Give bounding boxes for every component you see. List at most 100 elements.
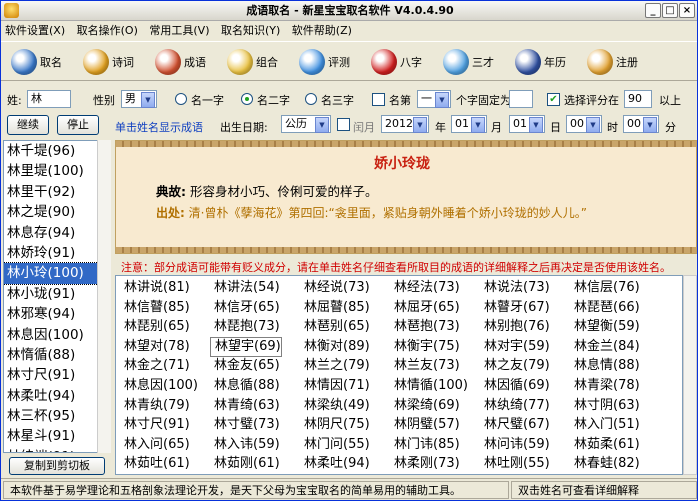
result-name[interactable]: 林望对(78): [120, 337, 190, 357]
maximize-button[interactable]: □: [662, 3, 678, 18]
result-name[interactable]: 林门问(55): [300, 435, 370, 455]
toolbar-bazi-button[interactable]: 八字: [371, 46, 422, 78]
score-filter-checkbox[interactable]: ✔: [547, 93, 560, 106]
chevron-down-icon[interactable]: ▼: [141, 92, 155, 108]
minimize-button[interactable]: _: [645, 3, 661, 18]
result-name[interactable]: 林衡对(89): [300, 337, 370, 357]
name-list-item[interactable]: 林柔吐(94): [4, 386, 110, 406]
result-name[interactable]: 林经说(73): [300, 278, 370, 298]
result-name[interactable]: 林瞽牙(67): [480, 298, 550, 318]
result-name[interactable]: 林茹柔(61): [570, 435, 640, 455]
result-name[interactable]: 林纨绮(77): [480, 396, 550, 416]
result-name[interactable]: 林阴璧(57): [390, 415, 460, 435]
result-name[interactable]: 林信牙(65): [210, 298, 280, 318]
result-name[interactable]: 林梁绮(69): [390, 396, 460, 416]
menu-tools[interactable]: 常用工具(V): [149, 24, 209, 37]
chevron-down-icon[interactable]: ▼: [586, 117, 600, 133]
name-list-item[interactable]: 林三杯(95): [4, 406, 110, 426]
result-name[interactable]: 林兰友(73): [390, 356, 460, 376]
name-list-item[interactable]: 林千堤(96): [4, 141, 110, 161]
name-list-item[interactable]: 林息存(94): [4, 223, 110, 243]
result-name[interactable]: 林之友(79): [480, 356, 550, 376]
result-name[interactable]: 林讲说(81): [120, 278, 190, 298]
name-list-item[interactable]: 林星斗(91): [4, 426, 110, 446]
name-list-item[interactable]: 林息因(100): [4, 325, 110, 345]
result-name[interactable]: 林青纨(79): [120, 396, 190, 416]
toolbar-combine-button[interactable]: 组合: [227, 46, 278, 78]
result-name[interactable]: 林柔吐(94): [300, 454, 370, 474]
gender-select[interactable]: 男 ▼: [121, 90, 157, 108]
result-name[interactable]: 林对宇(59): [480, 337, 550, 357]
menu-settings[interactable]: 软件设置(X): [5, 24, 65, 37]
result-name[interactable]: 林春蛙(82): [570, 454, 640, 474]
result-name[interactable]: 林阴尺(75): [300, 415, 370, 435]
surname-input[interactable]: 林: [27, 90, 71, 108]
name-list-item[interactable]: 林惰循(88): [4, 345, 110, 365]
chevron-down-icon[interactable]: ▼: [471, 117, 485, 133]
result-name[interactable]: 林衡宇(75): [390, 337, 460, 357]
name-list[interactable]: 林千堤(96) 林里堤(100) 林里干(92) 林之堤(90) 林息存(94) 林娇玲(…: [3, 140, 111, 453]
name-list-item[interactable]: 林里堤(100): [4, 161, 110, 181]
result-name[interactable]: 林琵琶(66): [570, 298, 640, 318]
result-name[interactable]: 林望衡(59): [570, 317, 640, 337]
result-name[interactable]: 林息因(100): [120, 376, 198, 396]
result-name[interactable]: 林琵别(65): [120, 317, 190, 337]
result-name[interactable]: 林经法(73): [390, 278, 460, 298]
result-name[interactable]: 林息循(88): [210, 376, 280, 396]
result-name[interactable]: 林兰之(79): [300, 356, 370, 376]
result-name[interactable]: 林寸阴(63): [570, 396, 640, 416]
year-select[interactable]: 2012 ▼: [381, 115, 429, 133]
result-name[interactable]: 林入门(51): [570, 415, 640, 435]
results-grid[interactable]: 林讲说(81) 林讲法(54) 林经说(73) 林经法(73) 林说法(73) 林信层(7…: [115, 275, 683, 475]
result-name[interactable]: 林茹刚(61): [210, 454, 280, 474]
result-name[interactable]: 林因循(69): [480, 376, 550, 396]
name-list-item[interactable]: 林纬端(91): [4, 447, 110, 452]
toolbar-idiom-button[interactable]: 成语: [155, 46, 206, 78]
name-list-item[interactable]: 林小玲(100): [4, 262, 110, 285]
result-name[interactable]: 林讲法(54): [210, 278, 280, 298]
toolbar-register-button[interactable]: 注册: [587, 46, 638, 78]
chevron-down-icon[interactable]: ▼: [315, 117, 329, 133]
result-name[interactable]: 林息情(88): [570, 356, 640, 376]
result-name[interactable]: 林屈瞽(85): [300, 298, 370, 318]
result-name[interactable]: 林情因(71): [300, 376, 370, 396]
name-list-item[interactable]: 林小珑(91): [4, 284, 110, 304]
name-list-item[interactable]: 林里干(92): [4, 182, 110, 202]
result-name[interactable]: 林吐刚(55): [480, 454, 550, 474]
name-list-scrollbar[interactable]: [97, 140, 111, 453]
radio-two-char[interactable]: [241, 93, 253, 105]
result-name[interactable]: 林梁纨(49): [300, 396, 370, 416]
result-name[interactable]: 林望宇(69): [210, 336, 282, 357]
minute-select[interactable]: 00 ▼: [623, 115, 659, 133]
result-name[interactable]: 林金之(71): [120, 356, 190, 376]
result-name[interactable]: 林屈牙(65): [390, 298, 460, 318]
result-name[interactable]: 林金友(65): [210, 356, 280, 376]
result-name[interactable]: 林信瞽(85): [120, 298, 190, 318]
result-name[interactable]: 林青梁(78): [570, 376, 640, 396]
name-list-item[interactable]: 林娇玲(91): [4, 243, 110, 263]
toolbar-naming-button[interactable]: 取名: [11, 46, 62, 78]
radio-three-char[interactable]: [305, 93, 317, 105]
score-input[interactable]: 90: [624, 90, 652, 108]
toolbar-evaluate-button[interactable]: 评测: [299, 46, 350, 78]
menu-help[interactable]: 软件帮助(Z): [292, 24, 352, 37]
close-button[interactable]: ×: [679, 3, 695, 18]
result-name[interactable]: 林青绮(63): [210, 396, 280, 416]
copy-to-clipboard-button[interactable]: 复制到剪切板: [9, 457, 105, 475]
result-name[interactable]: 林琶抱(73): [390, 317, 460, 337]
result-name[interactable]: 林别抱(76): [480, 317, 550, 337]
month-select[interactable]: 01 ▼: [451, 115, 487, 133]
fix-char-checkbox[interactable]: [372, 93, 385, 106]
result-name[interactable]: 林琶别(65): [300, 317, 370, 337]
chevron-down-icon[interactable]: ▼: [435, 92, 449, 108]
toolbar-sancai-button[interactable]: 三才: [443, 46, 494, 78]
result-name[interactable]: 林金兰(84): [570, 337, 640, 357]
stop-button[interactable]: 停止: [57, 115, 99, 135]
calendar-type-select[interactable]: 公历 ▼: [281, 115, 331, 133]
continue-button[interactable]: 继续: [7, 115, 49, 135]
chevron-down-icon[interactable]: ▼: [413, 117, 427, 133]
leap-month-checkbox[interactable]: [337, 118, 350, 131]
result-name[interactable]: 林说法(73): [480, 278, 550, 298]
radio-one-char[interactable]: [175, 93, 187, 105]
name-list-item[interactable]: 林寸尺(91): [4, 365, 110, 385]
